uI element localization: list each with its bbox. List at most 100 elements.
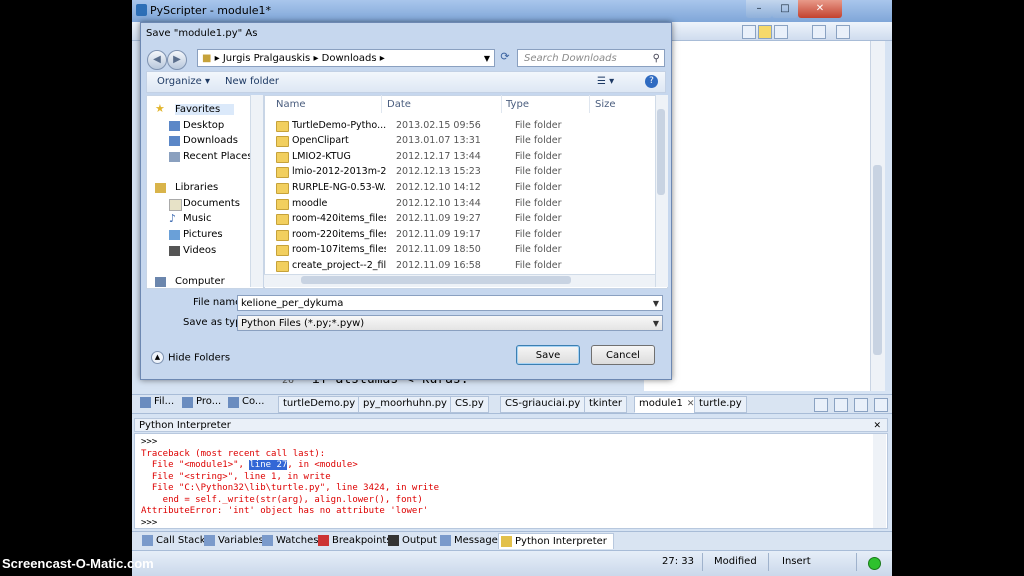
column-date[interactable]: Date [387, 99, 411, 110]
chevron-down-icon[interactable]: ▼ [653, 296, 659, 311]
maximize-button[interactable]: □ [772, 0, 798, 18]
tab-turtle[interactable]: turtle.py [694, 396, 747, 413]
new-folder-button[interactable]: New folder [225, 76, 279, 87]
nav-pictures[interactable]: Pictures [183, 229, 223, 240]
chevron-down-icon[interactable]: ▼ [653, 316, 659, 331]
breadcrumb-downloads[interactable]: Downloads [322, 53, 377, 64]
search-icon: ⚲ [652, 53, 660, 64]
address-dropdown-icon[interactable]: ▼ [484, 50, 490, 68]
file-row[interactable]: room-107items_files 2012.11.09 18:50 File … [272, 243, 652, 258]
tab-list-icon[interactable] [814, 398, 828, 412]
nav-desktop[interactable]: Desktop [183, 120, 224, 131]
folder-icon [276, 214, 289, 225]
tab-file-explorer[interactable]: Fil... [138, 396, 174, 410]
tab-project-explorer[interactable]: Pro... [180, 396, 221, 410]
organize-button[interactable]: Organize ▾ [157, 76, 210, 87]
watches-icon [262, 535, 273, 546]
file-row[interactable]: RURPLE-NG-0.53-W... 2012.12.10 14:12 File … [272, 181, 652, 196]
interpreter-console[interactable]: >>> Traceback (most recent call last): Fi… [134, 433, 888, 529]
tab-layout-icon[interactable] [854, 398, 868, 412]
column-name[interactable]: Name [276, 99, 306, 110]
tab-code-explorer[interactable]: Co... [226, 396, 264, 410]
breadcrumb-user[interactable]: Jurgis Pralgauskis [223, 53, 310, 64]
nav-videos[interactable]: Videos [183, 245, 216, 256]
column-divider[interactable] [381, 95, 382, 113]
tab-breakpoints[interactable]: Breakpoints [316, 533, 392, 548]
folder-icon [276, 199, 289, 210]
file-row[interactable]: room-420items_files 2012.11.09 19:27 File … [272, 212, 652, 227]
file-row[interactable]: room-220items_files 2012.11.09 19:17 File … [272, 228, 652, 243]
tab-python-interpreter[interactable]: Python Interpreter [498, 533, 614, 549]
call-stack-icon [142, 535, 153, 546]
column-type[interactable]: Type [506, 99, 529, 110]
toolbar-list-icon[interactable] [758, 25, 772, 39]
collapse-icon: ▲ [151, 351, 164, 364]
tab-cs[interactable]: CS.py [450, 396, 489, 413]
tab-watches[interactable]: Watches [260, 533, 319, 548]
column-divider[interactable] [589, 95, 590, 113]
column-size[interactable]: Size [595, 99, 616, 110]
tab-call-stack[interactable]: Call Stack [140, 533, 206, 548]
column-divider[interactable] [501, 95, 502, 113]
vscroll-thumb[interactable] [657, 109, 665, 195]
nav-documents[interactable]: Documents [183, 198, 240, 209]
nav-downloads[interactable]: Downloads [183, 135, 238, 146]
toolbar-indent-icon[interactable] [774, 25, 788, 39]
search-input[interactable]: Search Downloads ⚲ [517, 49, 665, 67]
traceback-header: Traceback (most recent call last): [141, 448, 326, 459]
address-bar[interactable]: ■ ▸ Jurgis Pralgauskis ▸ Downloads ▸ ▼ [197, 49, 495, 67]
hide-folders-toggle[interactable]: ▲ Hide Folders [151, 351, 230, 364]
folder-icon [276, 183, 289, 194]
star-icon: ★ [155, 102, 165, 115]
app-titlebar[interactable]: PyScripter - module1* – □ ✕ [132, 0, 892, 22]
file-row[interactable]: lmio-2012-2013m-2... 2012.12.13 15:23 File… [272, 165, 652, 180]
file-row[interactable]: LMIO2-KTUG 2012.12.17 13:44 File folder [272, 150, 652, 165]
interpreter-scrollbar[interactable] [873, 434, 886, 528]
tab-module1[interactable]: module1 ✕ [634, 396, 700, 413]
documents-icon [169, 199, 182, 211]
toolbar-view-icon[interactable] [812, 25, 826, 39]
tab-window-icon[interactable] [834, 398, 848, 412]
tab-tkinter[interactable]: tkinter [584, 396, 628, 413]
toolbar-layout-icon[interactable] [836, 25, 850, 39]
tab-cs-griauciai[interactable]: CS-griauciai.py [500, 396, 586, 413]
modified-indicator: Modified [714, 556, 757, 567]
refresh-icon[interactable]: ⟳ [497, 50, 513, 66]
nav-computer[interactable]: Computer [175, 276, 225, 287]
interpreter-header: Python Interpreter ✕ [134, 418, 888, 432]
file-row[interactable]: create_project--2_fil... 2012.11.09 16:58… [272, 259, 652, 274]
editor-scroll-thumb[interactable] [873, 165, 882, 355]
toolbar-format-icon[interactable] [742, 25, 756, 39]
cursor-position: 27: 33 [662, 556, 694, 567]
nav-music[interactable]: Music [183, 213, 211, 224]
file-name-input[interactable]: kelione_per_dykuma ▼ [237, 295, 663, 311]
downloads-icon [169, 136, 180, 146]
nav-scrollbar[interactable] [250, 95, 263, 287]
nav-recent-places[interactable]: Recent Places [183, 151, 253, 162]
tab-messages[interactable]: Messages [438, 533, 503, 548]
nav-libraries[interactable]: Libraries [175, 182, 218, 193]
interpreter-close-icon[interactable]: ✕ [873, 419, 881, 433]
tab-variables[interactable]: Variables [202, 533, 264, 548]
editor-area[interactable] [644, 41, 884, 391]
tab-py-moorhuhn[interactable]: py_moorhuhn.py [358, 396, 452, 413]
tab-turtledemo[interactable]: turtleDemo.py [278, 396, 361, 413]
save-type-select[interactable]: Python Files (*.py;*.pyw) ▼ [237, 315, 663, 331]
view-options-icon[interactable]: ☰ ▾ [597, 76, 614, 87]
close-button[interactable]: ✕ [798, 0, 842, 18]
minimize-button[interactable]: – [746, 0, 772, 18]
hscroll-thumb[interactable] [301, 276, 571, 284]
file-row[interactable]: moodle 2012.12.10 13:44 File folder [272, 197, 652, 212]
tab-output[interactable]: Output [386, 533, 437, 548]
nav-favorites[interactable]: Favorites [175, 104, 235, 115]
file-row[interactable]: OpenClipart 2013.01.07 13:31 File folder [272, 134, 652, 149]
forward-icon[interactable]: ▶ [167, 50, 187, 70]
help-icon[interactable]: ? [645, 75, 658, 88]
folder-icon [276, 152, 289, 163]
save-button[interactable]: Save [516, 345, 580, 365]
pyscripter-logo-icon [136, 4, 147, 16]
file-row[interactable]: TurtleDemo-Pytho... 2013.02.15 09:56 File … [272, 119, 652, 134]
tab-close-all-icon[interactable] [874, 398, 888, 412]
back-icon[interactable]: ◀ [147, 50, 167, 70]
cancel-button[interactable]: Cancel [591, 345, 655, 365]
